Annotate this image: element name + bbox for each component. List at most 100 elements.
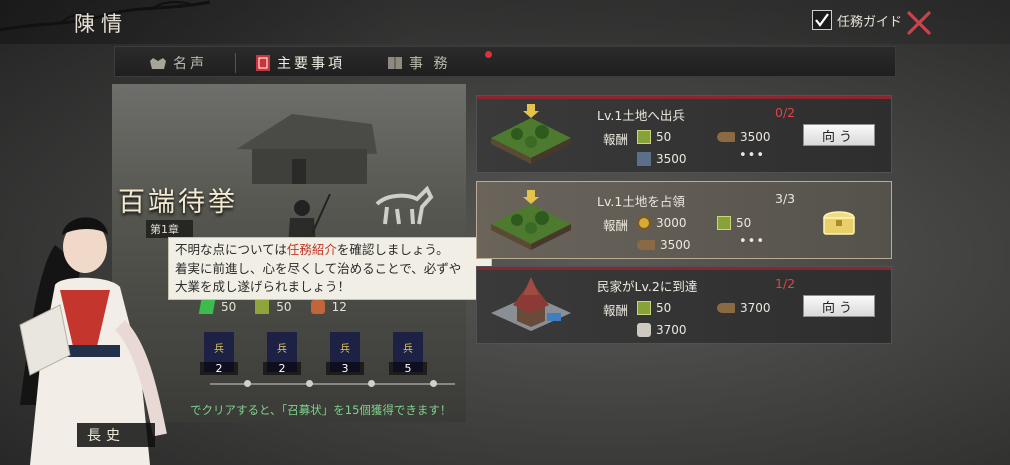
mission-title: 民家がLv.2に到達 [597,279,698,294]
reward-value: 3500 [740,130,771,144]
tooltip-line-3: 大業を成し遂げられましょう！ [175,279,351,294]
tab-fame[interactable]: 名声 [149,47,207,78]
recruit-scroll-item[interactable]: 兵 2 [200,330,238,375]
character-name-plate: 長史 [77,423,155,447]
task-guide-checkbox[interactable] [812,10,832,30]
go-button[interactable]: 向う [803,295,875,317]
recruit-scroll-item[interactable]: 兵 3 [326,330,364,375]
more-rewards-indicator[interactable]: ••• [739,234,765,249]
stone-icon [637,323,651,337]
iron-icon [637,152,651,166]
reward-value: 50 [656,301,672,315]
mission-intro-link[interactable]: 任務紹介 [287,242,337,257]
green-box-icon [717,216,731,230]
recruit-scroll-item[interactable]: 兵 2 [263,330,301,375]
svg-text:兵: 兵 [277,342,287,355]
card-accent-bar [477,267,891,270]
reward-value: 50 [736,216,752,230]
tab-main-affairs[interactable]: 主要事項 [255,47,492,78]
svg-text:兵: 兵 [340,342,350,355]
reward-item: 3700 [637,323,687,337]
milestone-count: 2 [200,362,238,375]
tooltip-line-2: 着実に前進し、心を尽くして治めることで、必ずや [175,260,462,276]
reward-label: 報酬 [603,303,629,318]
tab-divider [235,53,236,73]
svg-text:兵: 兵 [214,342,224,355]
horse-illustration [375,185,434,225]
milestone-rewards: 兵 2 兵 2 兵 3 兵 5 [200,330,427,375]
wood-icon [717,132,735,142]
milestone-dot [430,380,437,387]
story-rewards: 50 50 12 [198,300,347,314]
reward-value: 3000 [656,216,687,230]
reward-value: 3500 [656,152,687,166]
reward-item: 50 [717,216,751,230]
horse-icon [310,300,325,314]
wood-icon [717,303,735,313]
seal-icon [256,54,270,71]
branch-decoration-icon [0,0,211,32]
page-title: 陳情 [74,12,128,36]
mission-card[interactable]: Lv.1土地へ出兵 0/2 報酬 50 3500 3500 ••• 向う [476,95,892,173]
mission-progress: 0/2 [775,105,796,120]
tab-main-affairs-label: 主要事項 [277,55,345,72]
wood-icon [637,240,655,250]
clear-reward-message: でクリアすると、「召募状」を15個獲得できます！ [190,403,452,417]
guide-tooltip[interactable]: 不明な点については任務紹介を確認しましょう。 着実に前進し、心を尽くして治めるこ… [168,237,492,300]
forest-land-thumbnail [491,190,571,250]
reward-item: 3700 [717,301,771,315]
milestone-count: 3 [326,362,364,375]
book-icon [388,56,402,69]
milestone-count: 2 [263,362,301,375]
close-icon[interactable] [906,10,932,36]
helmet-icon [150,57,166,69]
green-crystal-icon [198,300,216,314]
farmhouse-illustration [237,114,377,184]
green-chest-icon [255,300,270,314]
tab-fame-label: 名声 [173,55,207,72]
tab-bar: 名声 主要事項 事 務 [114,46,896,77]
tooltip-line-1: 不明な点については任務紹介を確認しましょう。 [175,241,485,260]
green-box-icon [637,130,651,144]
reward-item: 50 [637,130,671,144]
more-rewards-indicator[interactable]: ••• [739,148,765,163]
coin-icon [637,216,651,230]
mission-card-completed[interactable]: Lv.1土地を占領 3/3 報酬 3000 50 3500 ••• [476,181,892,259]
mission-title: Lv.1土地を占領 [597,194,685,209]
reward-label: 報酬 [603,218,629,233]
mission-card[interactable]: 民家がLv.2に到達 1/2 報酬 50 3700 3700 向う [476,266,892,344]
mission-progress: 3/3 [775,191,796,206]
reward-item: 3500 [637,238,691,252]
task-guide-label: 任務ガイド [837,14,903,30]
reward-value: 3500 [660,238,691,252]
svg-text:兵: 兵 [403,342,413,355]
go-button[interactable]: 向う [803,124,875,146]
green-box-icon [637,301,651,315]
notification-badge [485,51,492,58]
story-reward-value: 50 [221,300,237,314]
recruit-scroll-item[interactable]: 兵 5 [389,330,427,375]
milestone-dot [306,380,313,387]
reward-item: 3500 [637,152,687,166]
mission-progress: 1/2 [775,276,796,291]
story-reward-value: 12 [331,300,347,314]
milestone-count: 5 [389,362,427,375]
tooltip-text: を確認しましょう。 [336,242,449,257]
forest-land-thumbnail [491,104,571,164]
reward-value: 50 [656,130,672,144]
reward-value: 3700 [740,301,771,315]
reward-item: 3500 [717,130,771,144]
tab-office-affairs-label: 事 務 [409,55,451,72]
reward-item: 50 [637,301,671,315]
story-reward-value: 50 [276,300,292,314]
reward-chest-icon[interactable] [821,206,857,236]
task-guide-toggle[interactable]: 任務ガイド [812,10,902,30]
milestone-dot [244,380,251,387]
card-accent-bar [477,96,891,99]
mission-title: Lv.1土地へ出兵 [597,108,685,123]
house-thumbnail [491,277,571,331]
tab-office-affairs[interactable]: 事 務 [387,47,450,78]
milestone-dot [368,380,375,387]
reward-value: 3700 [656,323,687,337]
tooltip-text: 不明な点については [175,242,287,257]
